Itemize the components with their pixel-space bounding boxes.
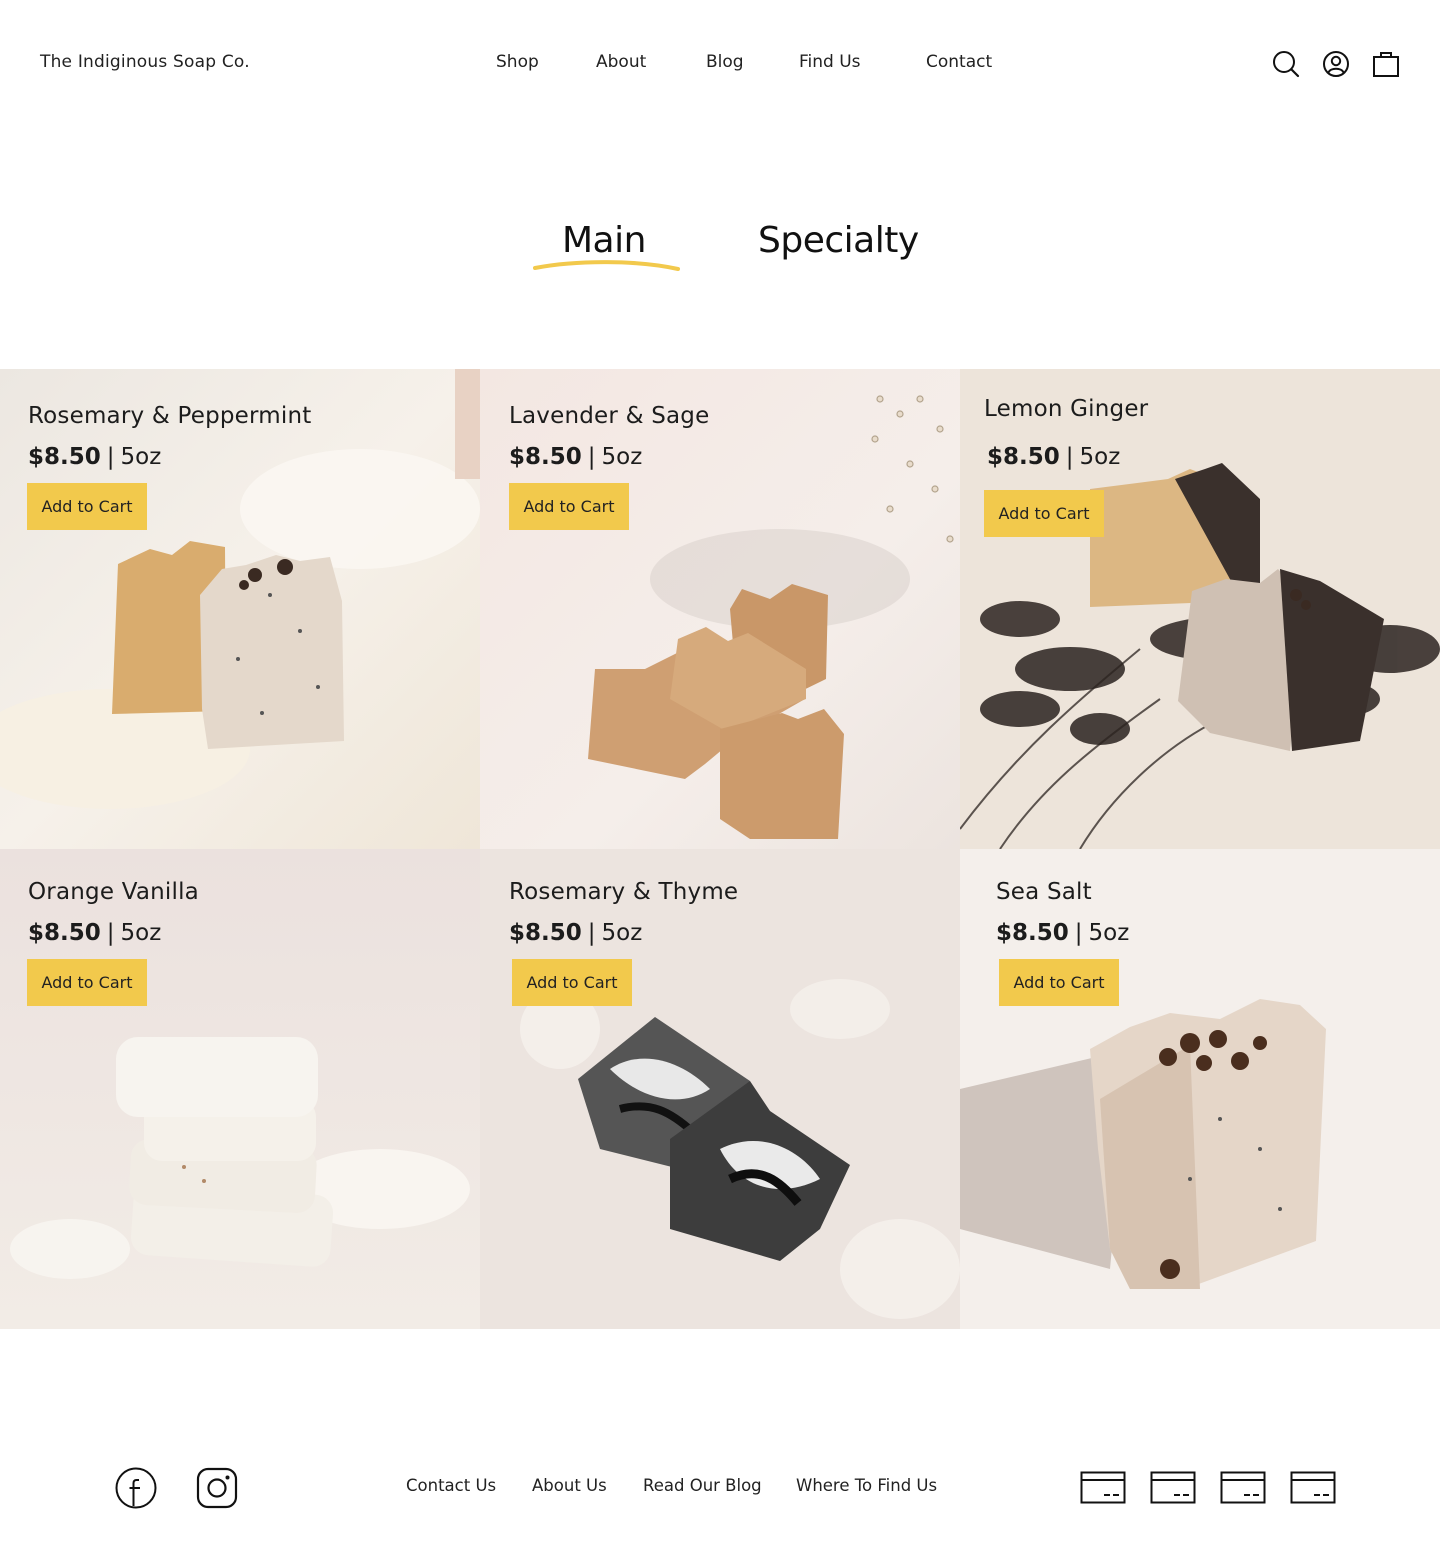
product-card: Rosemary & Peppermint $8.50 | 5oz Add to C… [0,369,480,849]
footer-link-about-us[interactable]: About Us [532,1476,607,1495]
nav-find-us[interactable]: Find Us [799,52,861,72]
nav-contact[interactable]: Contact [926,52,992,72]
product-name[interactable]: Lemon Ginger [984,396,1148,422]
add-to-cart-button[interactable]: Add to Cart [27,959,147,1006]
facebook-icon[interactable] [114,1466,158,1510]
product-name[interactable]: Lavender & Sage [509,403,709,429]
instagram-icon[interactable] [195,1466,239,1510]
product-price: $8.50 | 5oz [509,444,643,470]
nav-blog[interactable]: Blog [706,52,744,72]
add-to-cart-button[interactable]: Add to Cart [509,483,629,530]
product-price: $8.50 | 5oz [509,920,643,946]
product-price: $8.50 | 5oz [28,920,162,946]
product-price: $8.50 | 5oz [987,444,1121,470]
product-grid: Rosemary & Peppermint $8.50 | 5oz Add to C… [0,369,1440,1329]
product-card: Rosemary & Thyme $8.50 | 5oz Add to Cart [480,849,960,1329]
product-name[interactable]: Sea Salt [996,879,1092,905]
product-name[interactable]: Rosemary & Thyme [509,879,738,905]
add-to-cart-button[interactable]: Add to Cart [984,490,1104,537]
product-photo[interactable] [960,369,1440,849]
tab-main[interactable]: Main [562,220,646,261]
add-to-cart-button[interactable]: Add to Cart [999,959,1119,1006]
card-icon [1150,1471,1196,1504]
product-card: Sea Salt $8.50 | 5oz Add to Cart [960,849,1440,1329]
product-name[interactable]: Rosemary & Peppermint [28,403,311,429]
product-name[interactable]: Orange Vanilla [28,879,199,905]
account-icon[interactable] [1321,49,1351,79]
product-card: Orange Vanilla $8.50 | 5oz Add to Cart [0,849,480,1329]
footer-link-blog[interactable]: Read Our Blog [643,1476,762,1495]
footer-link-contact-us[interactable]: Contact Us [406,1476,496,1495]
cart-icon[interactable] [1371,49,1401,79]
product-photo[interactable] [0,369,480,849]
site-footer: Contact Us About Us Read Our Blog Where … [0,1420,1440,1555]
product-price: $8.50 | 5oz [28,444,162,470]
footer-link-find-us[interactable]: Where To Find Us [796,1476,937,1495]
tab-specialty[interactable]: Specialty [758,220,919,261]
active-tab-underline [533,260,680,271]
add-to-cart-button[interactable]: Add to Cart [27,483,147,530]
nav-about[interactable]: About [596,52,646,72]
product-card: Lavender & Sage $8.50 | 5oz Add to Cart [480,369,960,849]
product-price: $8.50 | 5oz [996,920,1130,946]
site-header: The Indiginous Soap Co. Shop About Blog … [0,0,1440,128]
card-icon [1290,1471,1336,1504]
brand-name[interactable]: The Indiginous Soap Co. [40,52,250,72]
product-photo[interactable] [480,369,960,849]
add-to-cart-button[interactable]: Add to Cart [512,959,632,1006]
card-icon [1080,1471,1126,1504]
search-icon[interactable] [1271,49,1301,79]
card-icon [1220,1471,1266,1504]
nav-shop[interactable]: Shop [496,52,539,72]
product-card: Lemon Ginger $8.50 | 5oz Add to Cart [960,369,1440,849]
